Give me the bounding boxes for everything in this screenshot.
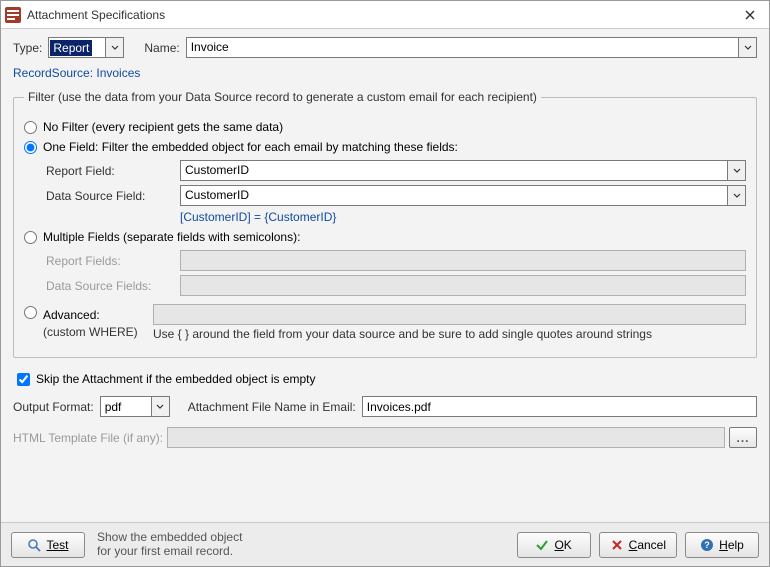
report-field-label: Report Field: (46, 164, 180, 178)
test-desc-line2: for your first email record. (97, 545, 509, 559)
data-source-fields-label: Data Source Fields: (46, 279, 180, 293)
chevron-down-icon[interactable] (727, 161, 745, 180)
ok-button[interactable]: OK (517, 532, 591, 558)
help-icon: ? (700, 538, 714, 552)
filter-group: Filter (use the data from your Data Sour… (13, 90, 757, 358)
type-combo[interactable]: Report (48, 37, 124, 58)
report-fields-label: Report Fields: (46, 254, 180, 268)
app-icon (5, 7, 21, 23)
radio-no-filter[interactable] (24, 121, 37, 134)
name-combo[interactable]: Invoice (186, 37, 757, 58)
report-field-combo[interactable]: CustomerID (180, 160, 746, 181)
chevron-down-icon[interactable] (738, 38, 756, 57)
radio-advanced[interactable] (24, 306, 37, 319)
output-format-label: Output Format: (13, 400, 94, 414)
data-source-fields-input (180, 275, 746, 296)
name-label: Name: (144, 41, 179, 55)
name-value: Invoice (187, 38, 738, 57)
close-icon (745, 10, 755, 20)
advanced-label: Advanced: (43, 308, 153, 322)
attachment-filename-label: Attachment File Name in Email: (188, 400, 356, 414)
advanced-sublabel: (custom WHERE) (43, 325, 153, 341)
test-button[interactable]: Test (11, 532, 85, 558)
radio-multiple-fields[interactable] (24, 231, 37, 244)
ok-label-rest: K (564, 538, 572, 552)
check-icon (535, 538, 549, 552)
chevron-down-icon[interactable] (105, 38, 123, 57)
record-source-link[interactable]: RecordSource: Invoices (13, 66, 757, 80)
output-format-combo[interactable]: pdf (100, 396, 170, 417)
button-bar: Test Show the embedded object for your f… (1, 522, 769, 566)
output-format-value: pdf (101, 398, 126, 416)
test-description: Show the embedded object for your first … (97, 531, 509, 559)
no-filter-label: No Filter (every recipient gets the same… (43, 120, 283, 134)
chevron-down-icon[interactable] (151, 397, 169, 416)
data-source-field-value: CustomerID (181, 186, 727, 205)
browse-button[interactable] (729, 427, 757, 448)
report-fields-input (180, 250, 746, 271)
radio-one-field[interactable] (24, 141, 37, 154)
filter-legend: Filter (use the data from your Data Sour… (24, 90, 541, 104)
one-field-label: One Field: Filter the embedded object fo… (43, 140, 458, 154)
advanced-where-input (153, 304, 746, 325)
type-value: Report (50, 40, 92, 56)
x-icon (610, 538, 624, 552)
filter-equation: [CustomerID] = {CustomerID} (180, 210, 746, 224)
report-field-value: CustomerID (181, 161, 727, 180)
data-source-field-combo[interactable]: CustomerID (180, 185, 746, 206)
type-label: Type: (13, 41, 42, 55)
close-button[interactable] (735, 4, 765, 26)
magnifier-icon (27, 538, 41, 552)
help-button[interactable]: ? Help (685, 532, 759, 558)
svg-text:?: ? (704, 540, 710, 550)
skip-checkbox-label: Skip the Attachment if the embedded obje… (36, 372, 316, 386)
title-bar: Attachment Specifications (1, 1, 769, 29)
chevron-down-icon[interactable] (727, 186, 745, 205)
test-desc-line1: Show the embedded object (97, 531, 509, 545)
template-file-input (167, 427, 725, 448)
multiple-fields-label: Multiple Fields (separate fields with se… (43, 230, 300, 244)
data-source-field-label: Data Source Field: (46, 189, 180, 203)
skip-checkbox[interactable] (17, 373, 30, 386)
test-button-label: Test (46, 538, 68, 552)
attachment-filename-input[interactable] (362, 396, 757, 417)
advanced-hint: Use { } around the field from your data … (153, 327, 652, 341)
template-file-label: HTML Template File (if any): (13, 431, 163, 445)
window-title: Attachment Specifications (27, 8, 735, 22)
cancel-button[interactable]: Cancel (599, 532, 677, 558)
